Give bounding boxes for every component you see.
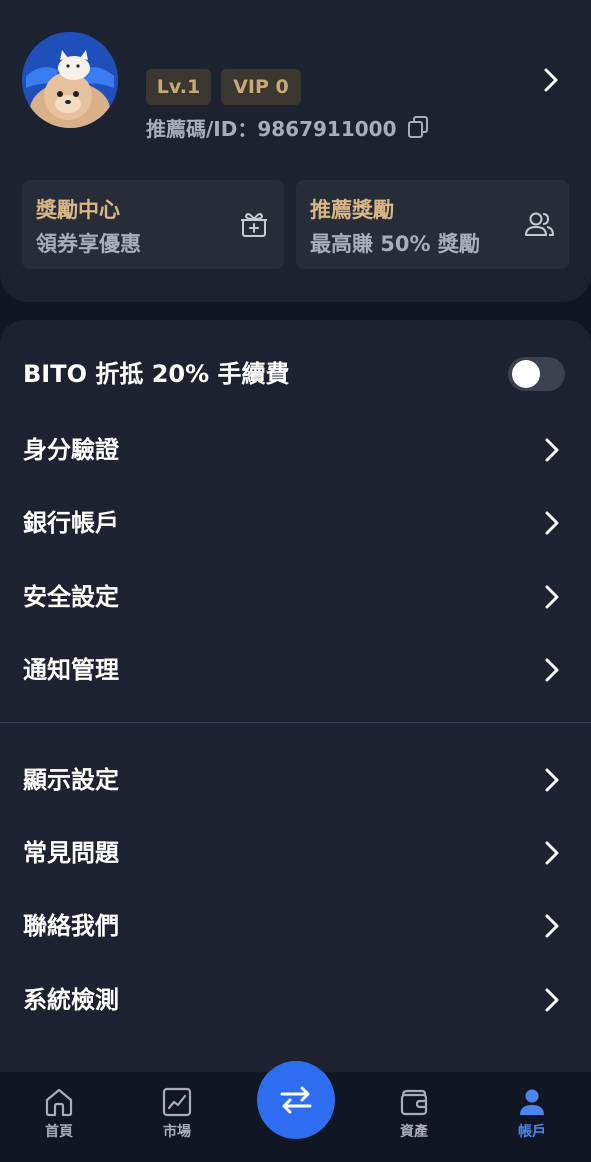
swap-button[interactable] xyxy=(257,1061,335,1139)
chevron-right-icon xyxy=(545,511,559,535)
fee-discount-label: BITO 折抵 20% 手續費 xyxy=(23,360,290,388)
profile-header: Lv.1 VIP 0 推薦碼/ID：9867911000 獎勵中心 領券享優惠 … xyxy=(0,0,591,302)
chevron-right-icon xyxy=(545,585,559,609)
settings-item-label: 身分驗證 xyxy=(23,436,119,464)
toggle-knob xyxy=(512,360,540,388)
copy-icon[interactable] xyxy=(406,115,430,139)
settings-item-identity[interactable]: 身分驗證 xyxy=(0,415,591,485)
chevron-right-icon xyxy=(545,438,559,462)
rewards-center-card[interactable]: 獎勵中心 領券享優惠 xyxy=(22,180,284,269)
nav-item-market[interactable]: 市場 xyxy=(118,1072,236,1162)
nav-label: 帳戶 xyxy=(518,1124,546,1140)
nav-label: 資產 xyxy=(400,1124,428,1140)
settings-item-label: 通知管理 xyxy=(23,656,119,684)
level-badge: Lv.1 xyxy=(146,69,211,105)
settings-item-label: 常見問題 xyxy=(23,839,119,867)
chevron-right-icon xyxy=(545,988,559,1012)
settings-item-label: 系統檢測 xyxy=(23,986,119,1014)
settings-item-label: 聯絡我們 xyxy=(23,912,119,940)
referral-rewards-card[interactable]: 推薦獎勵 最高賺 50% 獎勵 xyxy=(296,180,569,269)
chevron-right-icon xyxy=(545,841,559,865)
nav-item-assets[interactable]: 資產 xyxy=(355,1072,473,1162)
promo-subtitle: 領券享優惠 xyxy=(36,232,141,256)
nav-item-home[interactable]: 首頁 xyxy=(0,1072,118,1162)
promo-title: 獎勵中心 xyxy=(36,198,120,222)
chevron-right-icon xyxy=(545,768,559,792)
avatar-illustration xyxy=(22,32,118,128)
chevron-right-icon xyxy=(545,914,559,938)
fee-discount-toggle[interactable] xyxy=(508,357,565,391)
section-divider xyxy=(0,722,591,723)
settings-item-label: 顯示設定 xyxy=(23,766,119,794)
referral-id: 推薦碼/ID：9867911000 xyxy=(146,117,397,141)
settings-item-faq[interactable]: 常見問題 xyxy=(0,818,591,888)
settings-panel: BITO 折抵 20% 手續費 身分驗證 銀行帳戶 安全設定 通知管理 顯示設定… xyxy=(0,320,591,1072)
chevron-right-icon xyxy=(545,658,559,682)
settings-item-contact[interactable]: 聯絡我們 xyxy=(0,891,591,961)
chart-icon xyxy=(162,1087,192,1117)
settings-item-label: 銀行帳戶 xyxy=(23,509,119,537)
vip-badge: VIP 0 xyxy=(221,69,301,105)
settings-item-notifications[interactable]: 通知管理 xyxy=(0,635,591,705)
bottom-nav: 首頁 市場 資產 帳戶 xyxy=(0,1061,591,1162)
nav-item-account[interactable]: 帳戶 xyxy=(473,1072,591,1162)
chevron-right-icon[interactable] xyxy=(540,66,562,94)
settings-item-system-check[interactable]: 系統檢測 xyxy=(0,965,591,1035)
swap-icon xyxy=(280,1086,312,1114)
fee-discount-row: BITO 折抵 20% 手續費 xyxy=(0,339,591,409)
account-icon xyxy=(520,1089,544,1115)
nav-label: 首頁 xyxy=(45,1124,73,1140)
users-icon xyxy=(525,212,554,236)
promo-subtitle: 最高賺 50% 獎勵 xyxy=(310,232,480,256)
nav-label: 市場 xyxy=(163,1124,191,1140)
promo-title: 推薦獎勵 xyxy=(310,198,394,222)
settings-item-label: 安全設定 xyxy=(23,583,119,611)
settings-item-bank[interactable]: 銀行帳戶 xyxy=(0,488,591,558)
settings-item-display[interactable]: 顯示設定 xyxy=(0,745,591,815)
home-icon xyxy=(45,1088,73,1117)
wallet-icon xyxy=(400,1089,428,1116)
settings-item-security[interactable]: 安全設定 xyxy=(0,562,591,632)
avatar[interactable] xyxy=(22,32,118,128)
gift-icon xyxy=(241,213,267,237)
